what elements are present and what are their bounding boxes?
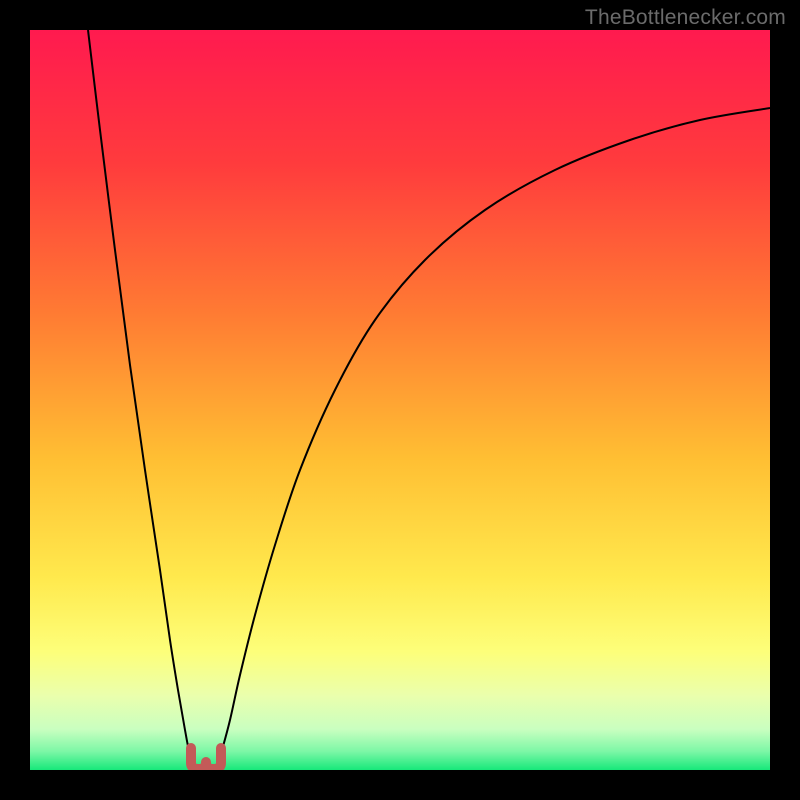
watermark-label: TheBottlenecker.com xyxy=(585,6,786,30)
chart-svg xyxy=(30,30,770,770)
outer-frame: TheBottlenecker.com xyxy=(0,0,800,800)
gradient-background xyxy=(30,30,770,770)
plot-area xyxy=(30,30,770,770)
